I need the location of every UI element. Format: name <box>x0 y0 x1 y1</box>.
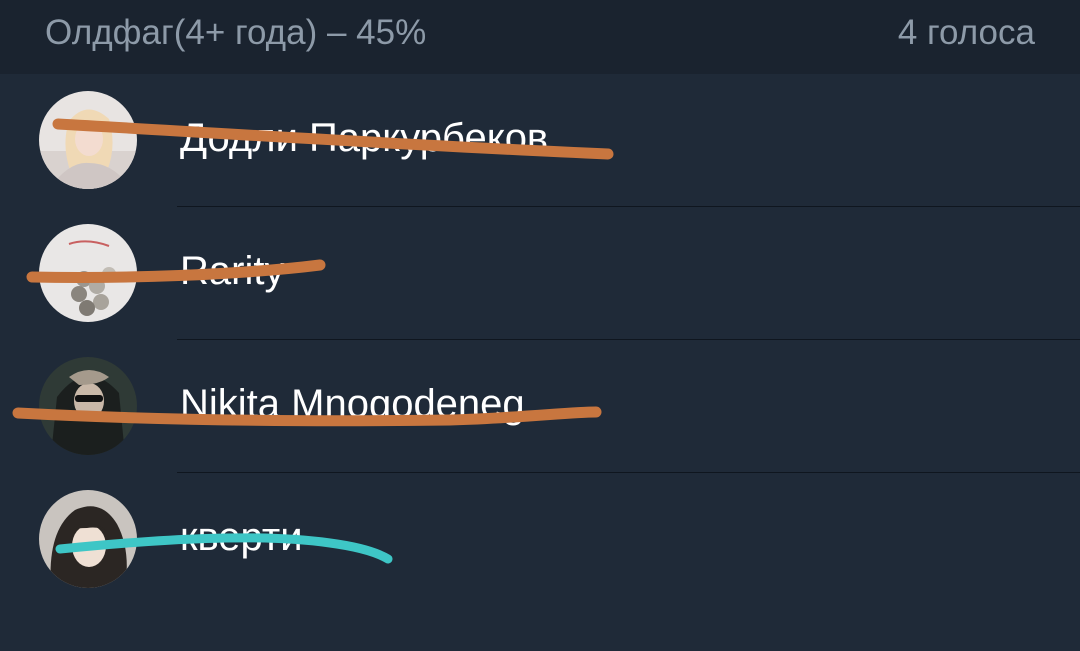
avatar-anime-girl-icon[interactable] <box>39 490 137 588</box>
voter-row[interactable]: Додли Паркурбеков <box>0 74 1080 207</box>
voter-list: Додли Паркурбеков Rarity Nikita Mnogoden… <box>0 74 1080 606</box>
avatar-coins-icon[interactable] <box>39 224 137 322</box>
poll-option-title: Олдфаг(4+ года) – 45% <box>45 13 427 52</box>
avatar-hooded-guy-icon[interactable] <box>39 357 137 455</box>
voter-name[interactable]: кверти <box>180 515 303 560</box>
strikethrough-mark <box>12 406 602 427</box>
voter-row[interactable]: Rarity <box>0 207 1080 340</box>
voter-name[interactable]: Додли Паркурбеков <box>180 116 548 161</box>
strikethrough-mark <box>55 533 393 564</box>
strikethrough-mark <box>26 259 326 283</box>
voter-name[interactable]: Nikita Mnogodeneg <box>180 382 525 427</box>
voter-row[interactable]: Nikita Mnogodeneg <box>0 340 1080 473</box>
avatar-blonde-girl-icon[interactable] <box>39 91 137 189</box>
voter-name[interactable]: Rarity <box>180 249 284 294</box>
poll-option-header: Олдфаг(4+ года) – 45% 4 голоса <box>0 0 1080 74</box>
vote-count: 4 голоса <box>897 13 1035 52</box>
voter-row[interactable]: кверти <box>0 473 1080 606</box>
